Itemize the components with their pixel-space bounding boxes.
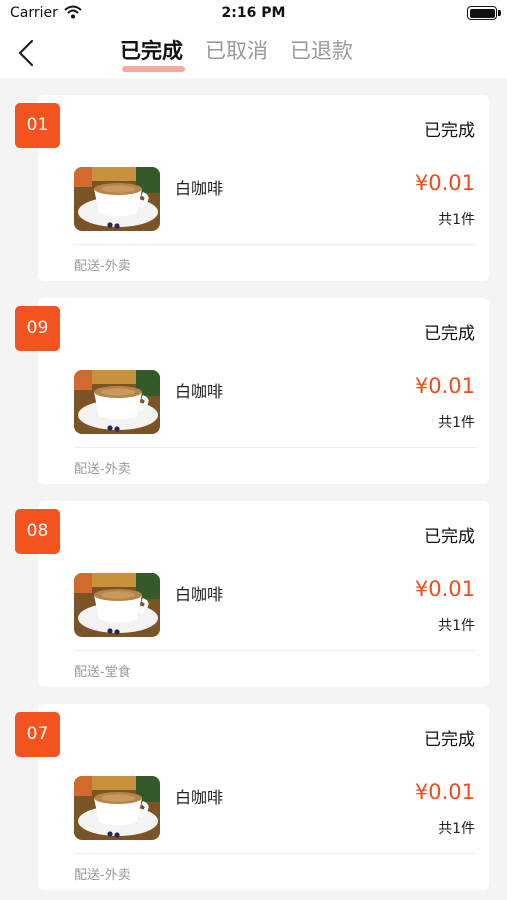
tab-cancelled[interactable]: 已取消 bbox=[205, 36, 268, 72]
battery-icon bbox=[467, 6, 501, 20]
order-status: 已完成 bbox=[424, 527, 475, 547]
product-name: 白咖啡 bbox=[175, 788, 224, 807]
order-card[interactable]: 09 已完成 白咖啡 ¥0.01 共1件 配送-外卖 bbox=[15, 298, 489, 484]
product-image bbox=[74, 776, 160, 840]
tab-completed-label: 已完成 bbox=[120, 39, 183, 63]
order-card[interactable]: 07 已完成 白咖啡 ¥0.01 共1件 配送-外卖 bbox=[15, 704, 489, 890]
active-tab-indicator bbox=[122, 66, 185, 72]
order-status-tabs: 已完成 已取消 已退款 bbox=[120, 36, 375, 72]
order-number-badge: 09 bbox=[15, 306, 60, 351]
product-name: 白咖啡 bbox=[175, 382, 224, 401]
order-card[interactable]: 01 已完成 白咖啡 ¥0.01 共1件 配送-外卖 bbox=[15, 95, 489, 281]
tab-cancelled-label: 已取消 bbox=[205, 39, 268, 63]
tab-refunded-label: 已退款 bbox=[290, 39, 353, 63]
product-name: 白咖啡 bbox=[175, 585, 224, 604]
product-image bbox=[74, 370, 160, 434]
order-price: ¥0.01 bbox=[414, 780, 475, 804]
order-number-badge: 07 bbox=[15, 712, 60, 757]
item-count: 共1件 bbox=[438, 212, 475, 228]
order-price: ¥0.01 bbox=[414, 171, 475, 195]
delivery-type: 配送-堂食 bbox=[74, 665, 131, 680]
order-number-badge: 08 bbox=[15, 509, 60, 554]
delivery-type: 配送-外卖 bbox=[74, 259, 131, 274]
back-button[interactable] bbox=[8, 32, 48, 72]
nav-bar: 已完成 已取消 已退款 bbox=[0, 28, 507, 78]
order-card[interactable]: 08 已完成 白咖啡 ¥0.01 共1件 配送-堂食 bbox=[15, 501, 489, 687]
divider bbox=[74, 853, 477, 854]
item-count: 共1件 bbox=[438, 415, 475, 431]
item-count: 共1件 bbox=[438, 821, 475, 837]
delivery-type: 配送-外卖 bbox=[74, 462, 131, 477]
order-status: 已完成 bbox=[424, 730, 475, 750]
tab-completed[interactable]: 已完成 bbox=[120, 36, 185, 72]
order-status: 已完成 bbox=[424, 121, 475, 141]
order-price: ¥0.01 bbox=[414, 374, 475, 398]
order-status: 已完成 bbox=[424, 324, 475, 344]
divider bbox=[74, 447, 477, 448]
divider bbox=[74, 244, 477, 245]
order-price: ¥0.01 bbox=[414, 577, 475, 601]
product-name: 白咖啡 bbox=[175, 179, 224, 198]
order-number-badge: 01 bbox=[15, 103, 60, 148]
delivery-type: 配送-外卖 bbox=[74, 868, 131, 883]
clock-time: 2:16 PM bbox=[221, 5, 286, 21]
chevron-left-icon bbox=[18, 39, 34, 67]
divider bbox=[74, 650, 477, 651]
product-image bbox=[74, 167, 160, 231]
item-count: 共1件 bbox=[438, 618, 475, 634]
tab-refunded[interactable]: 已退款 bbox=[290, 36, 353, 72]
product-image bbox=[74, 573, 160, 637]
status-bar: Carrier 2:16 PM bbox=[0, 0, 507, 28]
